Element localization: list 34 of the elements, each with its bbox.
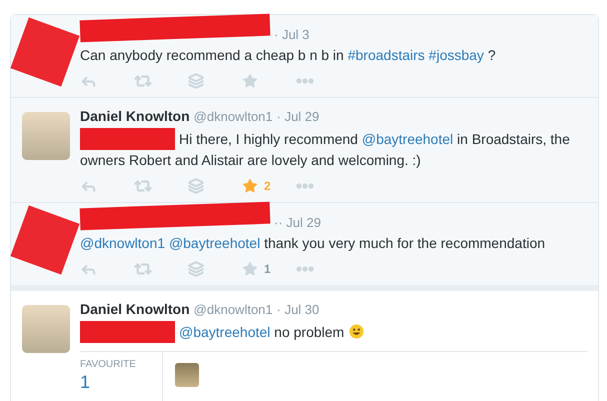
- avatar-photo-placeholder[interactable]: [22, 112, 70, 160]
- more-icon: [296, 78, 314, 84]
- mention-link[interactable]: @dknowlton1: [80, 235, 166, 251]
- tweet-text: Can anybody recommend a cheap b n b in #broadstairs #jossbay ?: [80, 46, 497, 65]
- mention-link[interactable]: #jossbay: [428, 47, 484, 63]
- star-icon: [242, 73, 258, 89]
- layers-icon: [188, 73, 204, 89]
- star-icon: [242, 178, 258, 194]
- user-name[interactable]: Daniel Knowlton: [80, 108, 190, 124]
- user-handle: @dknowlton1: [194, 302, 273, 317]
- tweet-text: @baytreehotel no problem: [80, 321, 588, 343]
- smiley-icon: [349, 324, 364, 339]
- favourite-label: FAVOURITE: [80, 359, 137, 370]
- tweet-date[interactable]: · Jul 29: [276, 109, 320, 124]
- more-icon: [296, 183, 314, 189]
- tweet-date[interactable]: · Jul 30: [276, 302, 320, 317]
- user-handle: @dknowlton1: [194, 109, 273, 124]
- more-icon: [296, 266, 314, 272]
- tweet-text: @dknowlton1 @baytreehotel thank you very much for the recommendation: [80, 234, 546, 253]
- star-icon: [242, 261, 258, 277]
- mention-link[interactable]: @baytreehotel: [179, 324, 270, 340]
- tweet-text: Hi there, I highly recommend @baytreehotel in Broadstairs, the owners Robert and Alistair are lovely and welcoming. :): [80, 128, 588, 170]
- mention-link[interactable]: #broadstairs: [348, 47, 425, 63]
- user-name[interactable]: Daniel Knowlton: [80, 301, 190, 317]
- favourite-button[interactable]: 1: [242, 261, 296, 277]
- mention-link[interactable]: @baytreehotel: [362, 131, 454, 147]
- favourite-count[interactable]: 1: [80, 372, 162, 393]
- layers-icon: [188, 261, 204, 277]
- layers-icon: [188, 178, 204, 194]
- avatar-photo-placeholder[interactable]: [22, 305, 70, 353]
- tweet-date[interactable]: · Jul 3: [274, 27, 310, 42]
- favouriter-photo-placeholder[interactable]: [175, 363, 199, 387]
- tweet-date[interactable]: ·· Jul 29: [274, 215, 321, 230]
- mention-link[interactable]: @baytreehotel: [168, 235, 260, 251]
